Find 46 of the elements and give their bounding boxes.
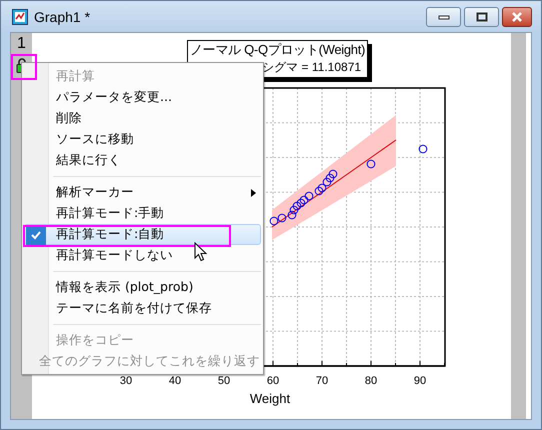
data-point (318, 184, 326, 192)
tick-label: 50 (218, 375, 230, 387)
data-point (366, 160, 376, 168)
data-point (296, 198, 306, 208)
close-icon (510, 12, 524, 22)
close-button[interactable] (502, 7, 532, 27)
menu-item[interactable]: 結果に行く (24, 150, 261, 171)
menu-item[interactable]: テーマに名前を付けて保存 (24, 298, 261, 319)
menu-item[interactable]: 再計算モードしない (24, 245, 261, 266)
window-title: Graph1 * (34, 8, 90, 24)
mouse-cursor-icon (194, 242, 207, 262)
data-point (300, 196, 308, 204)
tick-label: 60 (266, 375, 280, 387)
minimize-icon (438, 14, 450, 20)
graph-window-icon (12, 8, 28, 24)
tick-label: 40 (168, 375, 182, 387)
graph-subtitle: シグマ = 11.10871 (262, 59, 362, 75)
menu-item[interactable]: ソースに移動 (24, 129, 261, 150)
layer-tab[interactable]: 1 (17, 34, 26, 54)
data-point (270, 216, 278, 226)
highlight-frame (11, 54, 37, 80)
tick-label: 70 (316, 375, 328, 387)
tick-label: 90 (414, 375, 426, 387)
menu-item[interactable]: 再計算モード:手動 (24, 203, 261, 224)
menu-item[interactable]: 再計算モード:自動 (24, 224, 261, 245)
menu-item[interactable]: パラメータを変更... (24, 87, 261, 108)
data-point (314, 186, 324, 196)
axis-title: Weight (250, 391, 290, 406)
menu-item[interactable]: 削除 (24, 108, 261, 129)
data-point (292, 202, 302, 210)
maximize-button[interactable] (464, 7, 499, 27)
data-point (288, 210, 296, 220)
data-point (328, 170, 338, 178)
data-point (418, 144, 428, 154)
data-point (304, 192, 314, 200)
data-point (326, 174, 334, 182)
data-point (322, 178, 332, 186)
menu-item[interactable]: 情報を表示 (plot_prob) (24, 277, 261, 298)
tick-label: 30 (120, 375, 132, 387)
minimize-button[interactable] (426, 7, 461, 27)
maximize-icon (476, 12, 488, 22)
data-point (278, 214, 286, 222)
tick-label: 80 (364, 375, 378, 387)
graph-title: ノーマル Q-Qプロット(Weight) (190, 41, 366, 59)
data-point (290, 206, 298, 214)
menu-item[interactable]: 解析マーカー (24, 182, 261, 203)
